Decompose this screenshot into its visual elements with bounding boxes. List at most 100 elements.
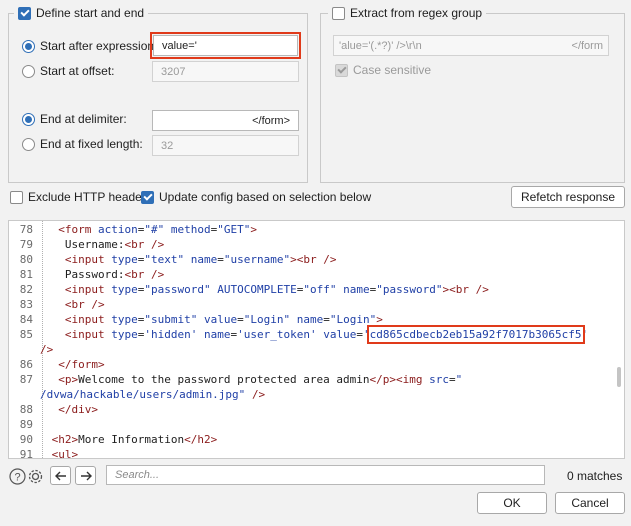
case-sensitive-row[interactable]: Case sensitive bbox=[335, 62, 431, 78]
exclude-headers-row[interactable]: Exclude HTTP headers bbox=[10, 189, 152, 205]
line-number: 82 bbox=[19, 283, 33, 296]
end-delim-input[interactable]: </form> bbox=[152, 110, 299, 131]
search-previous-button[interactable] bbox=[50, 466, 71, 485]
code-token: <input bbox=[64, 328, 105, 341]
code-token: /> bbox=[251, 388, 266, 401]
search-next-button[interactable] bbox=[75, 466, 96, 485]
search-input[interactable]: Search... bbox=[106, 465, 545, 485]
match-count: 0 matches bbox=[567, 469, 623, 483]
settings-gear-icon[interactable] bbox=[25, 466, 45, 486]
code-line: <p>Welcome to the password protected are… bbox=[45, 373, 462, 386]
end-fixed-row[interactable]: End at fixed length: bbox=[22, 136, 143, 152]
code-token: <input bbox=[64, 283, 105, 296]
help-icon[interactable]: ? bbox=[7, 466, 27, 486]
line-number: 84 bbox=[19, 313, 33, 326]
end-fixed-radio[interactable] bbox=[22, 137, 35, 151]
code-token: type bbox=[111, 313, 138, 326]
code-token: "Login" bbox=[243, 313, 291, 326]
code-token: <br bbox=[296, 253, 317, 266]
code-token: /> bbox=[150, 268, 165, 281]
update-config-label: Update config based on selection below bbox=[159, 190, 372, 204]
start-offset-input[interactable]: 3207 bbox=[152, 61, 299, 82]
line-number: 85 bbox=[19, 328, 33, 341]
regex-value: 'alue='(.*?)' />\r\n bbox=[339, 39, 422, 52]
code-token: "username" bbox=[223, 253, 291, 266]
code-token: /dvwa/hackable/users/admin.jpg" bbox=[40, 388, 246, 401]
code-token: type bbox=[111, 253, 138, 266]
update-config-checkbox[interactable] bbox=[141, 190, 154, 204]
code-token: "#" bbox=[144, 223, 165, 236]
define-start-end-legend[interactable]: Define start and end bbox=[14, 5, 149, 21]
define-start-end-checkbox[interactable] bbox=[18, 6, 31, 20]
line-number: 87 bbox=[19, 373, 33, 386]
line-number: 79 bbox=[19, 238, 33, 251]
code-token: </form> bbox=[58, 358, 105, 371]
code-token: type bbox=[111, 283, 138, 296]
code-token: <ul> bbox=[51, 448, 79, 459]
regex-group-checkbox[interactable] bbox=[332, 6, 345, 20]
regex-group-legend[interactable]: Extract from regex group bbox=[328, 5, 487, 21]
start-after-radio[interactable] bbox=[22, 39, 35, 53]
case-sensitive-checkbox[interactable] bbox=[335, 63, 348, 77]
regex-input[interactable]: 'alue='(.*?)' />\r\n </form bbox=[333, 35, 609, 56]
search-placeholder: Search... bbox=[115, 469, 160, 481]
code-token: name bbox=[203, 328, 231, 341]
code-token: /> bbox=[150, 238, 165, 251]
code-token: 'user_token' bbox=[237, 328, 317, 341]
code-token: Password: bbox=[45, 268, 125, 281]
end-fixed-label: End at fixed length: bbox=[40, 137, 143, 151]
code-token: = bbox=[449, 373, 456, 386]
arrow-right-icon bbox=[80, 471, 92, 480]
exclude-headers-checkbox[interactable] bbox=[10, 190, 23, 204]
code-token: <br bbox=[64, 298, 85, 311]
refetch-response-label: Refetch response bbox=[520, 190, 616, 204]
response-code-view[interactable]: 78 <form action="#" method="GET"> 79 User… bbox=[8, 220, 625, 459]
end-delim-row[interactable]: End at delimiter: bbox=[22, 111, 127, 127]
code-line: <br /> bbox=[45, 298, 105, 311]
code-token: = bbox=[323, 313, 330, 326]
line-number: 88 bbox=[19, 403, 33, 416]
code-line: <input type='hidden' name='user_token' v… bbox=[45, 325, 588, 344]
vertical-scrollbar[interactable] bbox=[617, 367, 621, 387]
code-token: "password" bbox=[376, 283, 443, 296]
code-token: </div> bbox=[58, 403, 98, 416]
end-fixed-input[interactable]: 32 bbox=[152, 135, 299, 156]
code-token: /> bbox=[323, 253, 337, 266]
start-after-row[interactable]: Start after expression: bbox=[22, 38, 157, 54]
code-token: /> bbox=[91, 298, 105, 311]
update-config-row[interactable]: Update config based on selection below bbox=[141, 189, 371, 205]
refetch-response-button[interactable]: Refetch response bbox=[511, 186, 625, 208]
code-token: > bbox=[376, 313, 383, 326]
code-token: ' bbox=[362, 328, 370, 341]
code-token: <img bbox=[396, 373, 423, 386]
line-number: 86 bbox=[19, 358, 33, 371]
code-token: </h2> bbox=[184, 433, 218, 446]
code-token: value bbox=[323, 328, 357, 341]
exclude-headers-label: Exclude HTTP headers bbox=[28, 190, 152, 204]
start-after-input[interactable]: value=' bbox=[150, 32, 301, 59]
start-offset-value: 3207 bbox=[161, 65, 186, 78]
cancel-button[interactable]: Cancel bbox=[555, 492, 625, 514]
code-token: = bbox=[356, 328, 363, 341]
start-offset-row[interactable]: Start at offset: bbox=[22, 63, 114, 79]
code-token: = bbox=[237, 313, 244, 326]
start-offset-radio[interactable] bbox=[22, 64, 35, 78]
code-token: <br bbox=[124, 238, 145, 251]
end-delim-radio[interactable] bbox=[22, 112, 35, 126]
line-number: 89 bbox=[19, 418, 33, 431]
code-token: " bbox=[455, 373, 463, 386]
code-token: </p> bbox=[369, 373, 397, 386]
ok-button[interactable]: OK bbox=[477, 492, 547, 514]
